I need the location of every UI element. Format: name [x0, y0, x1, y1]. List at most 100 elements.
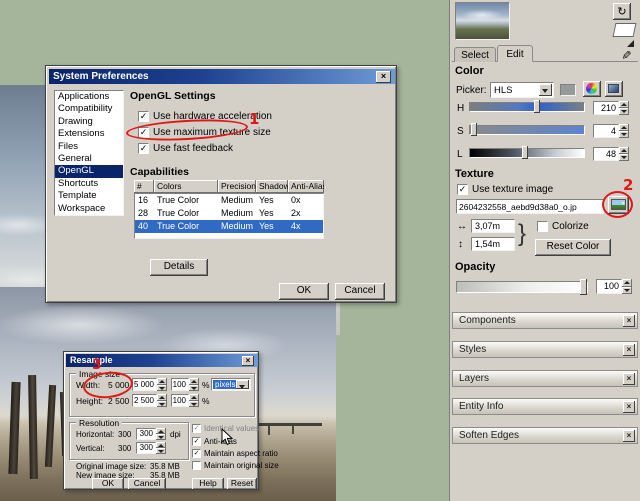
- picker-dropdown[interactable]: HLS: [490, 82, 554, 98]
- units-dropdown[interactable]: pixels: [211, 378, 251, 391]
- panel-close-button[interactable]: ×: [623, 373, 635, 385]
- panel-entity-info[interactable]: Entity Info ×: [452, 398, 638, 415]
- dropdown-arrow-icon[interactable]: [236, 380, 249, 389]
- table-header-shadows[interactable]: Shadows: [256, 180, 288, 193]
- mouse-cursor: [221, 428, 233, 451]
- material-preview-thumbnail: [455, 2, 510, 40]
- secondary-pane-icon[interactable]: ↻: [613, 3, 631, 20]
- opacity-value-field[interactable]: 100: [596, 279, 622, 294]
- checkbox-checked-icon: ✓: [457, 184, 468, 195]
- lightness-slider-thumb[interactable]: [522, 146, 528, 159]
- reset-color-button[interactable]: Reset Color: [535, 239, 611, 256]
- resample-close-button[interactable]: ×: [242, 356, 254, 366]
- active-material-swatch[interactable]: [613, 23, 637, 37]
- opacity-slider[interactable]: [456, 281, 588, 293]
- hres-input[interactable]: 300: [136, 428, 156, 440]
- opacity-slider-thumb[interactable]: [580, 279, 587, 295]
- width-spinner[interactable]: [157, 378, 167, 391]
- cancel-button[interactable]: Cancel: [335, 283, 385, 300]
- eyedropper-icon[interactable]: ✎: [619, 50, 633, 60]
- prefs-list-item-workspace[interactable]: Workspace: [55, 203, 123, 215]
- lightness-spinner[interactable]: [619, 147, 629, 161]
- saturation-spinner[interactable]: [619, 124, 629, 138]
- prefs-close-button[interactable]: ×: [376, 71, 391, 83]
- hue-value-field[interactable]: 210: [593, 101, 619, 115]
- colorize-checkbox[interactable]: Colorize: [537, 221, 589, 232]
- prefs-list-item-compatibility[interactable]: Compatibility: [55, 103, 123, 115]
- table-header-num[interactable]: #: [134, 180, 154, 193]
- horizontal-label: Horizontal:: [76, 430, 114, 439]
- lightness-value-field[interactable]: 48: [593, 147, 619, 161]
- original-size-label: Original image size:: [76, 462, 146, 471]
- panel-close-button[interactable]: ×: [623, 430, 635, 442]
- annotation-number-1: 1: [249, 110, 259, 128]
- capabilities-table: # Colors Precision Shadows Anti-Alias 16…: [134, 180, 324, 239]
- capabilities-row-selected[interactable]: 40 True Color Medium Yes 4x: [135, 220, 323, 233]
- checkbox-unchecked-icon: [192, 461, 201, 470]
- details-button[interactable]: Details: [150, 259, 208, 276]
- capabilities-row[interactable]: 16 True Color Medium Yes 0x: [135, 194, 323, 207]
- prefs-list-item-template[interactable]: Template: [55, 190, 123, 202]
- panel-close-button[interactable]: ×: [623, 401, 635, 413]
- hres-spinner[interactable]: [156, 428, 166, 440]
- texture-section-title: Texture: [455, 168, 494, 180]
- prefs-list-item-drawing[interactable]: Drawing: [55, 116, 123, 128]
- annotation-number-3: 3: [92, 357, 102, 373]
- width-percent-spinner[interactable]: [189, 378, 199, 391]
- saturation-slider[interactable]: [469, 125, 585, 135]
- table-header-antialias[interactable]: Anti-Alias: [288, 180, 324, 193]
- vres-spinner[interactable]: [156, 442, 166, 454]
- hue-slider[interactable]: [469, 102, 585, 112]
- capabilities-row[interactable]: 28 True Color Medium Yes 2x: [135, 207, 323, 220]
- panel-components[interactable]: Components ×: [452, 312, 638, 329]
- swap-icon: ↻: [617, 6, 626, 18]
- tab-edit[interactable]: Edit: [497, 45, 533, 62]
- width-input[interactable]: 5 000: [132, 378, 157, 391]
- panel-layers[interactable]: Layers ×: [452, 370, 638, 387]
- width-percent-input[interactable]: 100: [171, 378, 189, 391]
- ok-button[interactable]: OK: [279, 283, 329, 300]
- maintain-size-checkbox[interactable]: Maintain original size: [192, 461, 279, 470]
- texture-height-field[interactable]: 1,54m: [471, 237, 515, 251]
- fast-feedback-checkbox[interactable]: ✓ Use fast feedback: [138, 143, 233, 154]
- panel-styles[interactable]: Styles ×: [452, 341, 638, 358]
- resample-cancel-button[interactable]: Cancel: [128, 478, 166, 490]
- resample-ok-button[interactable]: OK: [92, 478, 124, 490]
- prefs-list-item-shortcuts[interactable]: Shortcuts: [55, 178, 123, 190]
- prefs-list-item-files[interactable]: Files: [55, 141, 123, 153]
- height-percent-spinner[interactable]: [189, 394, 199, 407]
- table-header-precision[interactable]: Precision: [218, 180, 256, 193]
- height-percent-input[interactable]: 100: [171, 394, 189, 407]
- use-texture-checkbox[interactable]: ✓ Use texture image: [457, 184, 553, 195]
- panel-soften-edges[interactable]: Soften Edges ×: [452, 427, 638, 444]
- prefs-list-item-applications[interactable]: Applications: [55, 91, 123, 103]
- resample-reset-button[interactable]: Reset: [227, 478, 257, 490]
- prefs-list-item-opengl[interactable]: OpenGL: [55, 165, 123, 177]
- tab-select[interactable]: Select: [454, 47, 496, 62]
- annotation-number-2: 2: [623, 176, 633, 194]
- prefs-list-item-general[interactable]: General: [55, 153, 123, 165]
- texture-width-field[interactable]: 3,07m: [471, 219, 515, 233]
- resolution-group: Resolution: [69, 422, 189, 460]
- color-wheel-icon[interactable]: [583, 81, 601, 97]
- maintain-aspect-checkbox[interactable]: ✓ Maintain aspect ratio: [192, 449, 278, 458]
- opacity-spinner[interactable]: [622, 279, 632, 294]
- table-header-colors[interactable]: Colors: [154, 180, 218, 193]
- height-arrow-icon: ↕: [458, 239, 463, 250]
- screen-color-icon[interactable]: [605, 81, 623, 97]
- prefs-titlebar[interactable]: System Preferences: [49, 69, 395, 84]
- texture-filename-field[interactable]: 2604232558_aebd9d38a0_o.jp: [456, 199, 604, 214]
- prefs-list-item-extensions[interactable]: Extensions: [55, 128, 123, 140]
- hue-slider-thumb[interactable]: [534, 100, 540, 113]
- hue-spinner[interactable]: [619, 101, 629, 115]
- saturation-slider-thumb[interactable]: [471, 123, 477, 136]
- resample-help-button[interactable]: Help: [192, 478, 224, 490]
- dropdown-arrow-icon[interactable]: [539, 84, 552, 96]
- vres-input[interactable]: 300: [136, 442, 156, 454]
- panel-close-button[interactable]: ×: [623, 344, 635, 356]
- height-spinner[interactable]: [157, 394, 167, 407]
- panel-close-button[interactable]: ×: [623, 315, 635, 327]
- saturation-value-field[interactable]: 4: [593, 124, 619, 138]
- height-input[interactable]: 2 500: [132, 394, 157, 407]
- vres-old-value: 300: [118, 444, 131, 453]
